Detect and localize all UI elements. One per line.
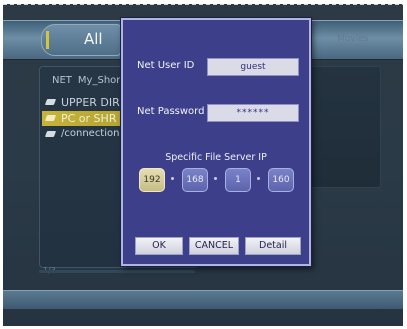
top-dashed-border	[3, 4, 403, 5]
tab-indicator	[46, 31, 49, 49]
screen-frame: All Movies NET My_Shortc UPPER DIR PC or …	[3, 4, 403, 326]
server-ip-caption: Specific File Server IP	[165, 152, 267, 163]
ok-button[interactable]: OK	[135, 237, 183, 255]
list-item-label: PC or SHR	[61, 112, 117, 125]
ip-octet-1-field[interactable]: 192	[139, 168, 165, 192]
folder-icon	[44, 131, 57, 137]
cancel-button[interactable]: CANCEL	[189, 237, 239, 255]
detail-button[interactable]: Detail	[245, 237, 301, 255]
tab-all-label: All	[84, 30, 103, 48]
password-input[interactable]: ******	[207, 104, 299, 122]
network-login-dialog: Net User ID guest Net Password ****** Sp…	[121, 18, 311, 266]
header-right-label: Movies	[337, 34, 369, 44]
ip-separator-dot	[171, 177, 174, 180]
network-folder-icon	[44, 115, 57, 121]
folder-up-icon	[44, 99, 57, 105]
ip-separator-dot	[257, 177, 260, 180]
user-id-label: Net User ID	[137, 60, 195, 71]
bottom-bar	[3, 290, 403, 309]
ip-octet-3-field[interactable]: 1	[225, 168, 251, 192]
user-id-input[interactable]: guest	[207, 58, 299, 76]
breadcrumb-root: NET	[52, 75, 72, 86]
ip-separator-dot	[214, 177, 217, 180]
list-item-label: UPPER DIR	[61, 96, 120, 109]
ip-octet-2-field[interactable]: 168	[182, 168, 208, 192]
list-item-label: /connection	[61, 128, 120, 139]
breadcrumb: NET My_Shortc	[52, 75, 130, 86]
ip-octet-4-field[interactable]: 160	[268, 168, 294, 192]
password-label: Net Password	[137, 106, 205, 117]
scrollbar[interactable]	[39, 270, 195, 273]
tab-all[interactable]: All	[41, 24, 121, 56]
